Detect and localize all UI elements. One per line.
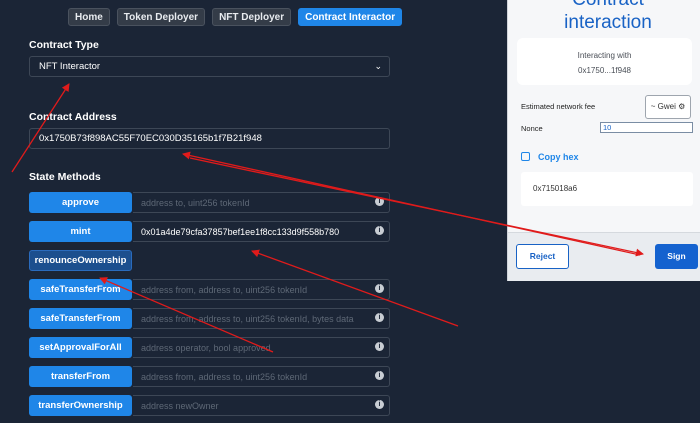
safe-transfer-from-data-button[interactable]: safeTransferFrom bbox=[29, 308, 132, 329]
interacting-card: Interacting with 0x1750...1f948 bbox=[517, 38, 692, 85]
info-icon[interactable]: i bbox=[375, 342, 384, 351]
contract-address-label: Contract Address bbox=[29, 111, 117, 123]
gear-icon: ⚙ bbox=[678, 102, 686, 111]
nav-contract-interactor-button[interactable]: Contract Interactor bbox=[298, 8, 403, 26]
wallet-panel: Contract interaction Interacting with 0x… bbox=[507, 0, 700, 281]
panel-footer: Reject Sign bbox=[508, 232, 700, 281]
contract-address-input[interactable]: 0x1750B73f898AC55F70EC030D35165b1f7B21f9… bbox=[29, 128, 390, 149]
info-icon[interactable]: i bbox=[375, 197, 384, 206]
mint-button[interactable]: mint bbox=[29, 221, 132, 242]
method-row-renounce-ownership: renounceOwnership bbox=[29, 250, 132, 271]
copy-icon bbox=[521, 152, 530, 161]
nav-token-deployer-button[interactable]: Token Deployer bbox=[116, 8, 206, 26]
method-row-transfer-ownership: transferOwnership address newOwner i bbox=[29, 395, 390, 416]
method-row-set-approval-for-all: setApprovalForAll address operator, bool… bbox=[29, 337, 390, 358]
nav-home-button[interactable]: Home bbox=[68, 8, 110, 26]
nonce-input[interactable]: 10 bbox=[600, 122, 693, 133]
mint-input[interactable]: 0x01a4de79cfa37857bef1ee1f8cc133d9f558b7… bbox=[133, 221, 390, 242]
top-nav: Home Token Deployer NFT Deployer Contrac… bbox=[68, 8, 403, 26]
panel-title-line1: Contract bbox=[508, 0, 700, 11]
method-row-safe-transfer-from-data: safeTransferFrom address from, address t… bbox=[29, 308, 390, 329]
state-methods-label: State Methods bbox=[29, 171, 101, 183]
info-icon[interactable]: i bbox=[375, 284, 384, 293]
sign-button[interactable]: Sign bbox=[655, 244, 698, 269]
contract-type-label: Contract Type bbox=[29, 39, 99, 51]
set-approval-for-all-input[interactable]: address operator, bool approved bbox=[133, 337, 390, 358]
info-icon[interactable]: i bbox=[375, 371, 384, 380]
copy-hex-button[interactable]: Copy hex bbox=[521, 152, 579, 162]
safe-transfer-from-input[interactable]: address from, address to, uint256 tokenI… bbox=[133, 279, 390, 300]
transfer-from-input[interactable]: address from, address to, uint256 tokenI… bbox=[133, 366, 390, 387]
contract-type-value: NFT Interactor bbox=[39, 61, 101, 72]
method-row-safe-transfer-from: safeTransferFrom address from, address t… bbox=[29, 279, 390, 300]
reject-button[interactable]: Reject bbox=[516, 244, 569, 269]
network-fee-label: Estimated network fee bbox=[521, 102, 596, 111]
method-row-mint: mint 0x01a4de79cfa37857bef1ee1f8cc133d9f… bbox=[29, 221, 390, 242]
hex-data-box: 0x715018a6 bbox=[521, 172, 693, 206]
safe-transfer-from-data-input[interactable]: address from, address to, uint256 tokenI… bbox=[133, 308, 390, 329]
set-approval-for-all-button[interactable]: setApprovalForAll bbox=[29, 337, 132, 358]
method-row-transfer-from: transferFrom address from, address to, u… bbox=[29, 366, 390, 387]
contract-type-select[interactable]: NFT Interactor ⌄ bbox=[29, 56, 390, 77]
approve-input[interactable]: address to, uint256 tokenId bbox=[133, 192, 390, 213]
gwei-button[interactable]: ~ Gwei ⚙ bbox=[645, 95, 691, 119]
nav-nft-deployer-button[interactable]: NFT Deployer bbox=[212, 8, 292, 26]
transfer-ownership-button[interactable]: transferOwnership bbox=[29, 395, 132, 416]
panel-title-line2: interaction bbox=[564, 12, 652, 33]
panel-title: Contract interaction bbox=[508, 0, 700, 34]
chevron-down-icon: ⌄ bbox=[374, 61, 382, 71]
info-icon[interactable]: i bbox=[375, 313, 384, 322]
renounce-ownership-button[interactable]: renounceOwnership bbox=[29, 250, 132, 271]
approve-button[interactable]: approve bbox=[29, 192, 132, 213]
copy-hex-label: Copy hex bbox=[538, 152, 579, 162]
info-icon[interactable]: i bbox=[375, 226, 384, 235]
method-row-approve: approve address to, uint256 tokenId i bbox=[29, 192, 390, 213]
transfer-ownership-input[interactable]: address newOwner bbox=[133, 395, 390, 416]
interacting-with-label: Interacting with bbox=[577, 51, 632, 60]
nonce-label: Nonce bbox=[521, 124, 543, 133]
gwei-label: ~ Gwei bbox=[650, 102, 676, 111]
interacting-address: 0x1750...1f948 bbox=[578, 66, 631, 75]
safe-transfer-from-button[interactable]: safeTransferFrom bbox=[29, 279, 132, 300]
info-icon[interactable]: i bbox=[375, 400, 384, 409]
transfer-from-button[interactable]: transferFrom bbox=[29, 366, 132, 387]
